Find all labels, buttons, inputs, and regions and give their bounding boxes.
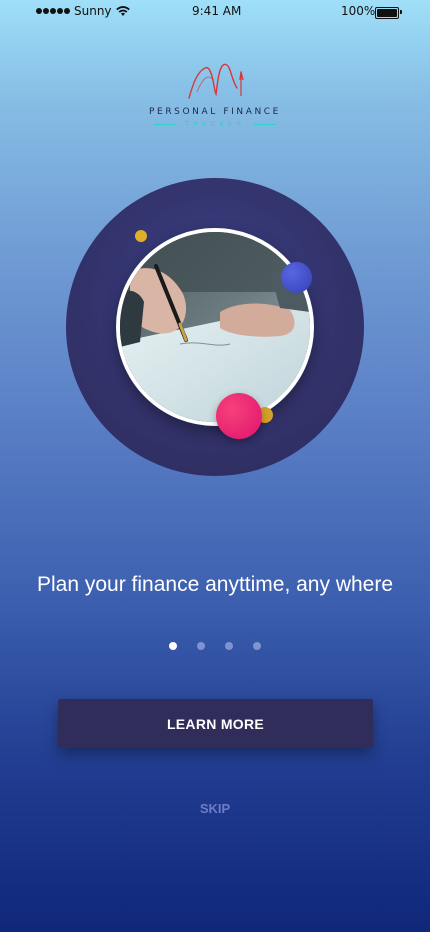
status-time: 9:41 AM — [192, 4, 242, 18]
battery-icon — [375, 7, 402, 19]
decorative-blue-dot — [281, 262, 312, 293]
decorative-pink-dot — [216, 393, 262, 439]
skip-button[interactable]: SKIP — [165, 796, 265, 820]
decorative-yellow-dot — [135, 230, 147, 242]
page-dot-2[interactable] — [197, 642, 205, 650]
learn-more-button[interactable]: LEARN MORE — [58, 699, 373, 748]
page-dot-3[interactable] — [225, 642, 233, 650]
wifi-icon — [116, 6, 130, 16]
battery-percent: 100% — [341, 4, 376, 18]
app-logo: PERSONAL FINANCE TRACKER — [0, 58, 430, 138]
growth-arrow-logo-icon — [188, 63, 244, 99]
page-dot-4[interactable] — [253, 642, 261, 650]
page-indicator — [169, 642, 261, 650]
carrier-name: Sunny — [74, 4, 112, 18]
hand-signing-document-photo — [116, 228, 314, 426]
signal-dots-icon — [36, 8, 70, 14]
status-bar: Sunny 9:41 AM 100% — [0, 0, 430, 24]
page-dot-1[interactable] — [169, 642, 177, 650]
logo-subtitle: TRACKER — [154, 120, 276, 128]
logo-title: PERSONAL FINANCE — [149, 107, 281, 117]
onboarding-tagline: Plan your finance anyttime, any where — [36, 573, 394, 596]
